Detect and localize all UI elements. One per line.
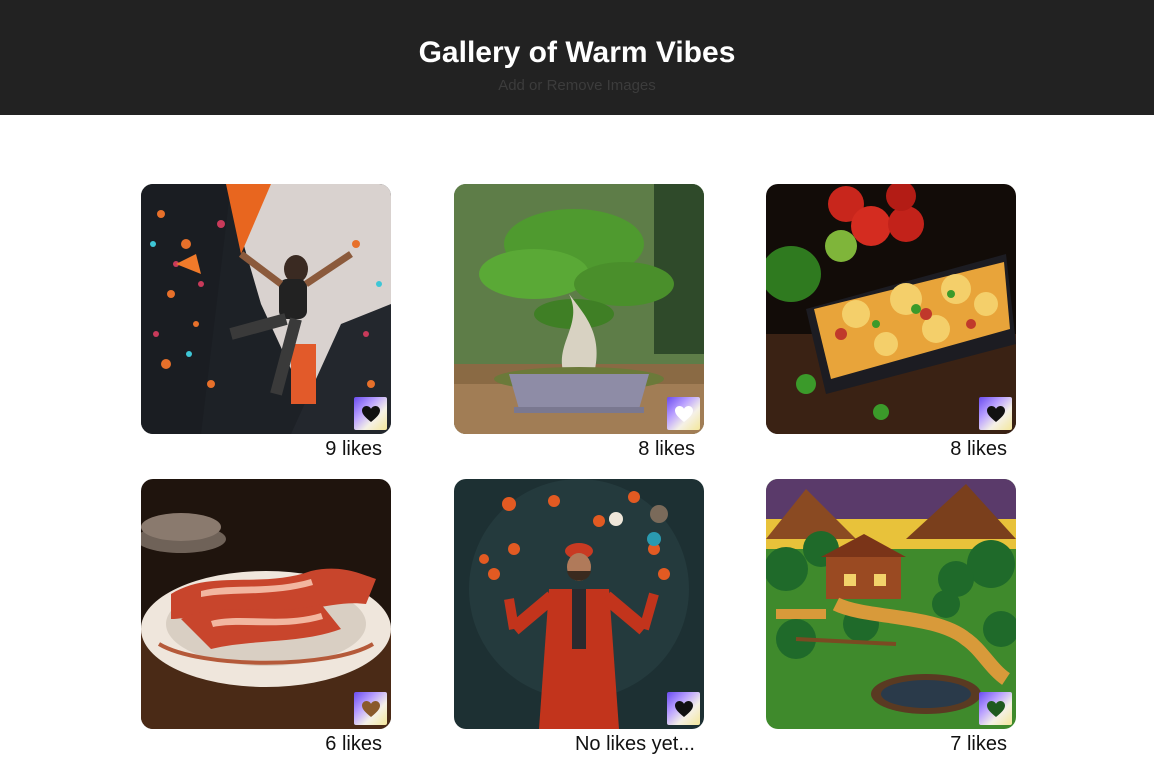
likes-count: 8 likes (638, 438, 695, 460)
page-title: Gallery of Warm Vibes (418, 36, 736, 69)
image-bonsai[interactable] (454, 184, 704, 434)
likes-count: 6 likes (325, 733, 382, 755)
likes-count: No likes yet... (574, 733, 695, 755)
like-button[interactable] (979, 692, 1012, 725)
heart-icon (674, 700, 693, 717)
image-lasagna[interactable] (766, 184, 1016, 434)
heart-icon (986, 700, 1005, 717)
gallery-card-bonsai: 8 likes (454, 184, 704, 460)
like-button[interactable] (354, 692, 387, 725)
heart-icon (361, 700, 380, 717)
gallery-card-pixel-farm: 7 likes (766, 479, 1016, 755)
gallery-card-lasagna: 8 likes (766, 184, 1016, 460)
heart-icon (674, 405, 693, 422)
image-juggler[interactable] (454, 479, 704, 729)
like-button[interactable] (979, 397, 1012, 430)
heart-icon (361, 405, 380, 422)
like-button[interactable] (667, 692, 700, 725)
like-button[interactable] (667, 397, 700, 430)
image-climber[interactable] (141, 184, 391, 434)
add-remove-images-link[interactable]: Add or Remove Images (0, 77, 1154, 95)
like-button[interactable] (354, 397, 387, 430)
likes-count: 8 likes (950, 438, 1007, 460)
image-bacon[interactable] (141, 479, 391, 729)
likes-count: 9 likes (325, 438, 382, 460)
gallery-card-bacon: 6 likes (141, 479, 391, 755)
image-pixel-farm[interactable] (766, 479, 1016, 729)
likes-count: 7 likes (950, 733, 1007, 755)
gallery-card-climber: 9 likes (141, 184, 391, 460)
heart-icon (986, 405, 1005, 422)
gallery-card-juggler: No likes yet... (454, 479, 704, 755)
page-header: Gallery of Warm Vibes Add or Remove Imag… (0, 0, 1154, 115)
